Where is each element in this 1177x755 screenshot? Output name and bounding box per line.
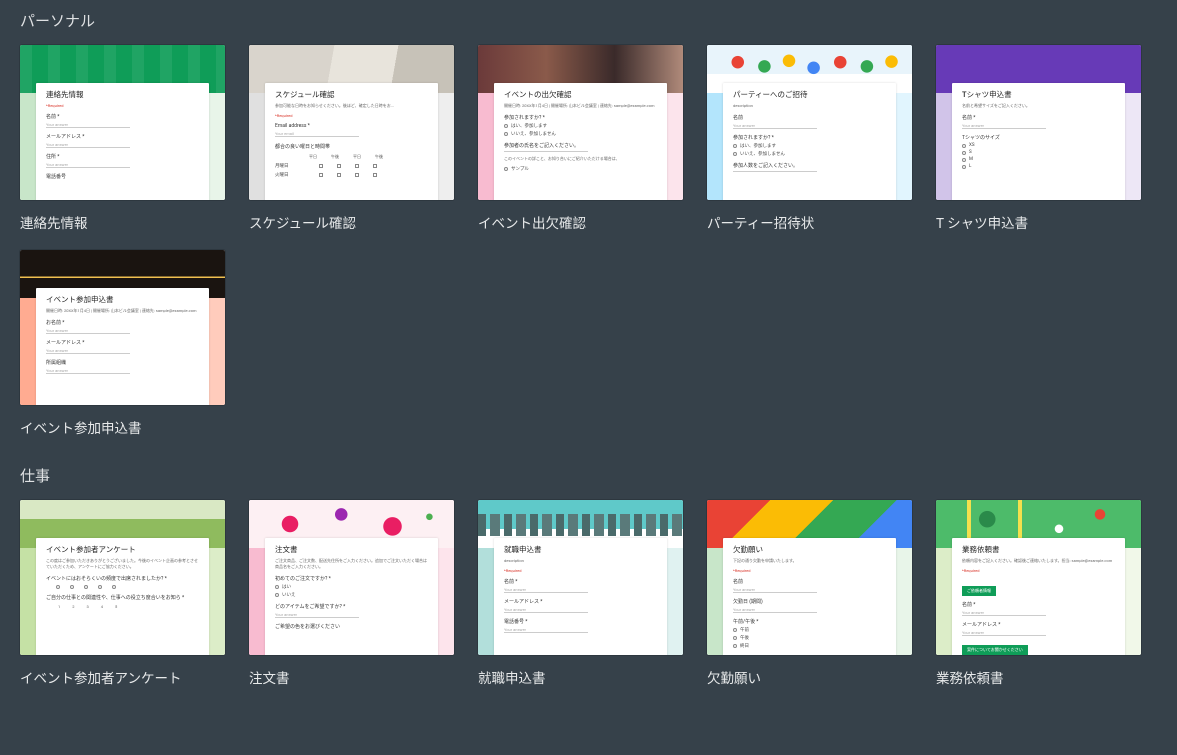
template-thumb: パーティーへのご招待 description 名前Your answer 参加さ…	[707, 45, 912, 200]
template-card-tshirt[interactable]: Tシャツ申込書 名前と希望サイズをご記入ください。 名前 *Your answe…	[936, 45, 1141, 232]
form-title: Tシャツ申込書	[962, 89, 1115, 100]
template-card-event-feedback[interactable]: イベント参加者アンケート この度はご参加いただきありがとうございました。今後のイ…	[20, 500, 225, 687]
template-thumb: 業務依頼書 依頼内容をご記入ください。確認後ご連絡いたします。担当: sampl…	[936, 500, 1141, 655]
template-card-time-off[interactable]: 欠勤願い 下記の通り欠勤を申請いたします。 *Required 名前Your a…	[707, 500, 912, 687]
template-label: 欠勤願い	[707, 667, 912, 687]
template-thumb: 欠勤願い 下記の通り欠勤を申請いたします。 *Required 名前Your a…	[707, 500, 912, 655]
template-card-schedule[interactable]: スケジュール確認 参加可能な日時をお知らせください。後ほど、確定した日時をお..…	[249, 45, 454, 232]
template-label: 注文書	[249, 667, 454, 687]
template-thumb: スケジュール確認 参加可能な日時をお知らせください。後ほど、確定した日時をお..…	[249, 45, 454, 200]
template-card-contact-info[interactable]: 連絡先情報 *Required 名前 *Your answer メールアドレス …	[20, 45, 225, 232]
section-title-work: 仕事	[20, 465, 1157, 486]
form-title: パーティーへのご招待	[733, 89, 886, 100]
personal-grid: 連絡先情報 *Required 名前 *Your answer メールアドレス …	[20, 45, 1157, 437]
section-title-personal: パーソナル	[20, 10, 1157, 31]
template-thumb: Tシャツ申込書 名前と希望サイズをご記入ください。 名前 *Your answe…	[936, 45, 1141, 200]
template-label: イベント出欠確認	[478, 212, 683, 232]
form-title: 注文書	[275, 544, 428, 555]
template-label: パーティー招待状	[707, 212, 912, 232]
template-card-event-rsvp[interactable]: イベントの出欠確認 開催日時: 20XX年1月4日 | 開催場所: 山本ビル会議…	[478, 45, 683, 232]
form-title: 就職申込書	[504, 544, 657, 555]
template-label: 就職申込書	[478, 667, 683, 687]
template-label: イベント参加者アンケート	[20, 667, 225, 687]
work-grid: イベント参加者アンケート この度はご参加いただきありがとうございました。今後のイ…	[20, 500, 1157, 687]
template-thumb: イベント参加者アンケート この度はご参加いただきありがとうございました。今後のイ…	[20, 500, 225, 655]
form-title: イベント参加申込書	[46, 294, 199, 305]
template-label: イベント参加申込書	[20, 417, 225, 437]
template-thumb: 就職申込書 description *Required 名前 *Your ans…	[478, 500, 683, 655]
template-card-work-request[interactable]: 業務依頼書 依頼内容をご記入ください。確認後ご連絡いたします。担当: sampl…	[936, 500, 1141, 687]
template-card-job-application[interactable]: 就職申込書 description *Required 名前 *Your ans…	[478, 500, 683, 687]
template-thumb: 連絡先情報 *Required 名前 *Your answer メールアドレス …	[20, 45, 225, 200]
template-card-order-form[interactable]: 注文書 ご注文商品、ご注文数、配送先住所をご入力ください。追加でご注文いただく場…	[249, 500, 454, 687]
template-card-event-registration[interactable]: イベント参加申込書 開催日時: 20XX年1月4日 | 開催場所: 山本ビル会議…	[20, 250, 225, 437]
form-title: イベントの出欠確認	[504, 89, 657, 100]
form-title: イベント参加者アンケート	[46, 544, 199, 555]
form-title: 業務依頼書	[962, 544, 1115, 555]
template-label: スケジュール確認	[249, 212, 454, 232]
form-title: 連絡先情報	[46, 89, 199, 100]
template-thumb: 注文書 ご注文商品、ご注文数、配送先住所をご入力ください。追加でご注文いただく場…	[249, 500, 454, 655]
form-title: 欠勤願い	[733, 544, 886, 555]
template-card-party-invite[interactable]: パーティーへのご招待 description 名前Your answer 参加さ…	[707, 45, 912, 232]
template-label: 連絡先情報	[20, 212, 225, 232]
template-thumb: イベントの出欠確認 開催日時: 20XX年1月4日 | 開催場所: 山本ビル会議…	[478, 45, 683, 200]
template-label: T シャツ申込書	[936, 212, 1141, 232]
template-thumb: イベント参加申込書 開催日時: 20XX年1月4日 | 開催場所: 山本ビル会議…	[20, 250, 225, 405]
template-label: 業務依頼書	[936, 667, 1141, 687]
form-title: スケジュール確認	[275, 89, 428, 100]
